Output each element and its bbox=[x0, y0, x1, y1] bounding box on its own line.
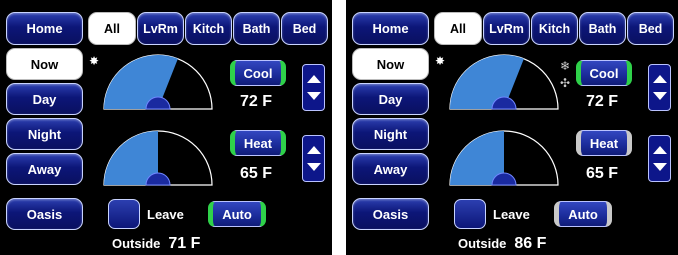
fan-icon: ✣ bbox=[560, 76, 571, 90]
tab-all[interactable]: All bbox=[434, 12, 482, 45]
heat-setpoint: 65 F bbox=[240, 165, 273, 182]
mode-now-button[interactable]: Now bbox=[352, 48, 429, 80]
cool-setpoint-stepper[interactable] bbox=[302, 64, 325, 111]
outside-value: 86 F bbox=[514, 235, 547, 252]
leave-button[interactable] bbox=[454, 199, 486, 229]
outside-label: Outside bbox=[458, 236, 507, 251]
heat-setpoint-stepper[interactable] bbox=[648, 135, 671, 182]
mode-day-button[interactable]: Day bbox=[6, 83, 83, 115]
heat-gauge bbox=[103, 130, 213, 186]
heat-mode-button[interactable]: Heat bbox=[576, 130, 632, 156]
cool-mode-button[interactable]: Cool bbox=[230, 60, 286, 86]
tab-home[interactable]: Home bbox=[352, 12, 429, 45]
cool-setpoint: 72 F bbox=[240, 93, 273, 110]
heat-up-arrow-icon[interactable] bbox=[306, 145, 321, 154]
leave-label: Leave bbox=[147, 207, 184, 222]
thermostat-panel-right: Home All LvRm Kitch Bath Bed Now Day Nig… bbox=[346, 0, 678, 255]
auto-mode-button[interactable]: Auto bbox=[208, 201, 266, 227]
cool-up-arrow-icon[interactable] bbox=[652, 74, 667, 83]
mode-night-button[interactable]: Night bbox=[6, 118, 83, 150]
outside-value: 71 F bbox=[168, 235, 201, 252]
cool-gauge bbox=[103, 54, 213, 110]
mode-day-button[interactable]: Day bbox=[352, 83, 429, 115]
leave-button[interactable] bbox=[108, 199, 140, 229]
snowflake-icon: ❄ bbox=[560, 59, 571, 73]
mode-night-button[interactable]: Night bbox=[352, 118, 429, 150]
tab-all[interactable]: All bbox=[88, 12, 136, 45]
leave-label: Leave bbox=[493, 207, 530, 222]
tab-bed[interactable]: Bed bbox=[281, 12, 328, 45]
cool-down-arrow-icon[interactable] bbox=[306, 92, 321, 101]
auto-mode-button[interactable]: Auto bbox=[554, 201, 612, 227]
sun-icon: ✸ bbox=[89, 54, 100, 68]
outside-label: Outside bbox=[112, 236, 161, 251]
heat-setpoint-stepper[interactable] bbox=[302, 135, 325, 182]
sun-icon: ✸ bbox=[435, 54, 446, 68]
cool-up-arrow-icon[interactable] bbox=[306, 74, 321, 83]
cool-setpoint-stepper[interactable] bbox=[648, 64, 671, 111]
oasis-button[interactable]: Oasis bbox=[352, 198, 429, 230]
tab-bath[interactable]: Bath bbox=[233, 12, 280, 45]
tab-kitch[interactable]: Kitch bbox=[531, 12, 578, 45]
heat-down-arrow-icon[interactable] bbox=[652, 163, 667, 172]
tab-bath[interactable]: Bath bbox=[579, 12, 626, 45]
cool-gauge bbox=[449, 54, 559, 110]
tab-kitch[interactable]: Kitch bbox=[185, 12, 232, 45]
tab-bed[interactable]: Bed bbox=[627, 12, 674, 45]
heat-gauge bbox=[449, 130, 559, 186]
cool-mode-button[interactable]: Cool bbox=[576, 60, 632, 86]
mode-away-button[interactable]: Away bbox=[352, 153, 429, 185]
mode-now-button[interactable]: Now bbox=[6, 48, 83, 80]
outside-temperature: Outside 71 F bbox=[112, 235, 200, 253]
heat-mode-button[interactable]: Heat bbox=[230, 130, 286, 156]
heat-setpoint: 65 F bbox=[586, 165, 619, 182]
tab-home[interactable]: Home bbox=[6, 12, 83, 45]
tab-lvrm[interactable]: LvRm bbox=[137, 12, 184, 45]
thermostat-panel-left: Home All LvRm Kitch Bath Bed Now Day Nig… bbox=[0, 0, 332, 255]
heat-up-arrow-icon[interactable] bbox=[652, 145, 667, 154]
mode-away-button[interactable]: Away bbox=[6, 153, 83, 185]
tab-lvrm[interactable]: LvRm bbox=[483, 12, 530, 45]
heat-down-arrow-icon[interactable] bbox=[306, 163, 321, 172]
cool-down-arrow-icon[interactable] bbox=[652, 92, 667, 101]
outside-temperature: Outside 86 F bbox=[458, 235, 546, 253]
cool-setpoint: 72 F bbox=[586, 93, 619, 110]
oasis-button[interactable]: Oasis bbox=[6, 198, 83, 230]
